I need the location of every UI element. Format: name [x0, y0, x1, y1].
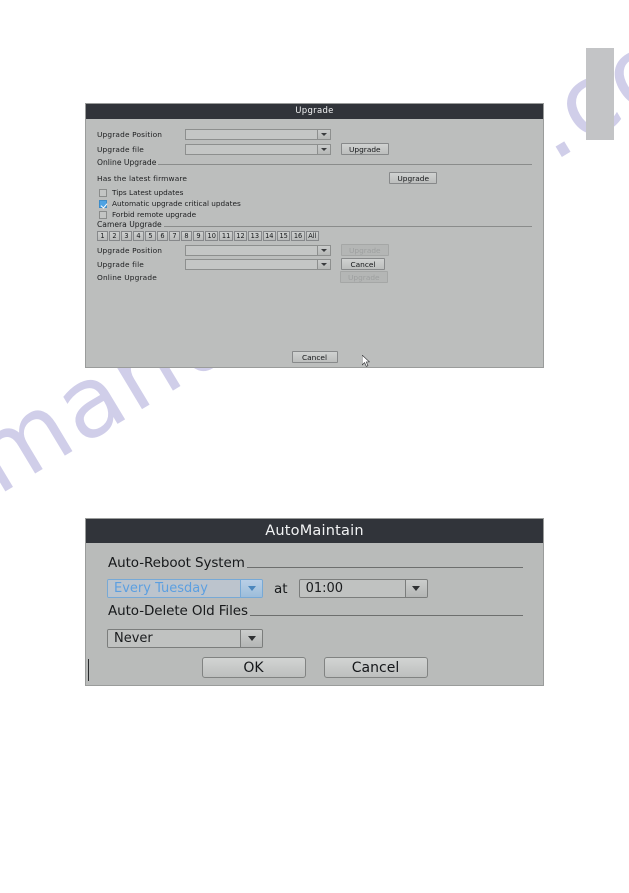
camera-upgrade-cancel-button[interactable]: Cancel	[341, 258, 385, 270]
auto-reboot-controls-row: Every Tuesday at 01:00	[107, 579, 428, 598]
channel-button-15[interactable]: 15	[276, 231, 291, 241]
channel-button-12[interactable]: 12	[233, 231, 248, 241]
auto-reboot-section-label: Auto-Reboot System	[108, 555, 245, 571]
chevron-down-icon[interactable]	[318, 259, 330, 269]
channel-button-2[interactable]: 2	[109, 231, 120, 241]
camera-upgrade-file-label: Upgrade file	[97, 259, 145, 269]
auto-delete-select[interactable]: Never	[107, 629, 263, 648]
checkbox-label-automatic-upgrade: Automatic upgrade critical updates	[112, 199, 241, 208]
channel-button-11[interactable]: 11	[219, 231, 233, 241]
automaintain-cancel-button[interactable]: Cancel	[323, 657, 428, 678]
latest-firmware-label: Has the latest firmware	[97, 173, 188, 183]
checkbox-label-forbid-remote-upgrade: Forbid remote upgrade	[112, 210, 197, 219]
auto-delete-section-label: Auto-Delete Old Files	[108, 603, 248, 619]
online-upgrade-section-label: Online Upgrade	[97, 158, 157, 167]
reboot-time-select[interactable]: 01:00	[298, 579, 428, 598]
upgrade-dialog-footer: Cancel	[86, 351, 543, 363]
auto-delete-controls-row: Never	[107, 627, 263, 648]
chevron-down-icon[interactable]	[240, 630, 262, 647]
channel-button-10[interactable]: 10	[205, 231, 219, 241]
checkbox-automatic-upgrade-critical-updates[interactable]	[99, 199, 107, 208]
reboot-time-value: 01:00	[299, 580, 405, 597]
upgrade-dialog-cancel-button[interactable]: Cancel	[291, 351, 338, 363]
automaintain-ok-button[interactable]: OK	[201, 657, 306, 678]
upgrade-file-select[interactable]	[185, 143, 331, 155]
checkbox-row-tips-latest-updates[interactable]: Tips Latest updates	[99, 188, 183, 197]
chevron-down-icon[interactable]	[240, 580, 262, 597]
channel-button-9[interactable]: 9	[193, 231, 204, 241]
chevron-down-icon[interactable]	[318, 144, 330, 154]
reboot-day-value: Every Tuesday	[108, 580, 240, 597]
chevron-down-icon[interactable]	[404, 580, 427, 597]
upgrade-dialog: Upgrade Upgrade Position Upgrade file Up…	[85, 103, 544, 368]
section-divider	[249, 614, 523, 616]
checkbox-tips-latest-updates[interactable]	[99, 188, 107, 197]
auto-delete-value: Never	[108, 630, 240, 647]
channel-button-14[interactable]: 14	[262, 231, 276, 241]
upgrade-file-value	[186, 144, 318, 154]
chevron-down-icon[interactable]	[318, 129, 330, 139]
upgrade-file-row: Upgrade file Upgrade	[97, 143, 389, 155]
online-upgrade-button[interactable]: Upgrade	[389, 172, 437, 184]
latest-firmware-row: Has the latest firmware Upgrade	[97, 172, 437, 184]
auto-delete-section-header: Auto-Delete Old Files	[108, 603, 523, 619]
channel-button-4[interactable]: 4	[133, 231, 144, 241]
upgrade-position-value	[186, 129, 318, 139]
section-divider	[158, 164, 532, 165]
channel-button-7[interactable]: 7	[169, 231, 180, 241]
upgrade-position-label: Upgrade Position	[97, 129, 163, 139]
channel-button-all[interactable]: All	[305, 231, 319, 241]
page-canvas: manualshive.com Upgrade Upgrade Position…	[0, 0, 629, 893]
camera-upgrade-position-row: Upgrade Position Upgrade	[97, 244, 389, 256]
automaintain-dialog: AutoMaintain Auto-Reboot System Every Tu…	[85, 518, 544, 686]
page-edge-tab	[586, 48, 614, 140]
channel-button-8[interactable]: 8	[181, 231, 192, 241]
channel-button-3[interactable]: 3	[121, 231, 132, 241]
upgrade-dialog-title: Upgrade	[86, 104, 543, 119]
camera-online-upgrade-label: Online Upgrade	[97, 272, 157, 282]
channel-selector: 1 2 3 4 5 6 7 8 9 10 11 12 13 14 15 16 A…	[97, 231, 320, 241]
automaintain-dialog-title: AutoMaintain	[86, 519, 543, 543]
automaintain-dialog-body: Auto-Reboot System Every Tuesday at 01:0…	[86, 543, 543, 685]
camera-upgrade-section-label: Camera Upgrade	[97, 220, 162, 229]
automaintain-dialog-footer: OK Cancel	[86, 657, 543, 678]
camera-upgrade-position-value	[186, 245, 318, 255]
online-upgrade-section-header: Online Upgrade	[97, 158, 532, 167]
upgrade-button[interactable]: Upgrade	[341, 143, 389, 155]
at-label: at	[274, 580, 288, 597]
auto-reboot-section-header: Auto-Reboot System	[108, 555, 523, 571]
mouse-cursor-icon	[362, 355, 370, 367]
chevron-down-icon[interactable]	[318, 245, 330, 255]
camera-upgrade-section-header: Camera Upgrade	[97, 220, 532, 229]
checkbox-row-forbid-remote-upgrade[interactable]: Forbid remote upgrade	[99, 210, 196, 219]
camera-upgrade-position-select[interactable]	[185, 244, 331, 256]
section-divider	[163, 226, 532, 227]
upgrade-dialog-body: Upgrade Position Upgrade file Upgrade On…	[86, 119, 543, 367]
upgrade-position-select[interactable]	[185, 128, 331, 140]
camera-online-upgrade-row: Online Upgrade Upgrade	[97, 271, 388, 283]
camera-upgrade-position-label: Upgrade Position	[97, 245, 163, 255]
section-divider	[246, 566, 523, 568]
channel-button-6[interactable]: 6	[157, 231, 168, 241]
channel-button-1[interactable]: 1	[97, 231, 108, 241]
checkbox-row-automatic-upgrade[interactable]: Automatic upgrade critical updates	[99, 199, 241, 208]
camera-upgrade-file-value	[186, 259, 318, 269]
checkbox-label-tips-latest-updates: Tips Latest updates	[112, 188, 184, 197]
reboot-day-select[interactable]: Every Tuesday	[107, 579, 263, 598]
channel-button-13[interactable]: 13	[248, 231, 262, 241]
channel-button-16[interactable]: 16	[291, 231, 305, 241]
camera-online-upgrade-button: Upgrade	[340, 271, 388, 283]
camera-upgrade-file-select[interactable]	[185, 258, 331, 270]
upgrade-file-label: Upgrade file	[97, 144, 145, 154]
upgrade-position-row: Upgrade Position	[97, 128, 331, 140]
checkbox-forbid-remote-upgrade[interactable]	[99, 210, 107, 219]
camera-upgrade-file-row: Upgrade file Cancel	[97, 258, 385, 270]
channel-button-5[interactable]: 5	[145, 231, 156, 241]
camera-upgrade-button: Upgrade	[341, 244, 389, 256]
